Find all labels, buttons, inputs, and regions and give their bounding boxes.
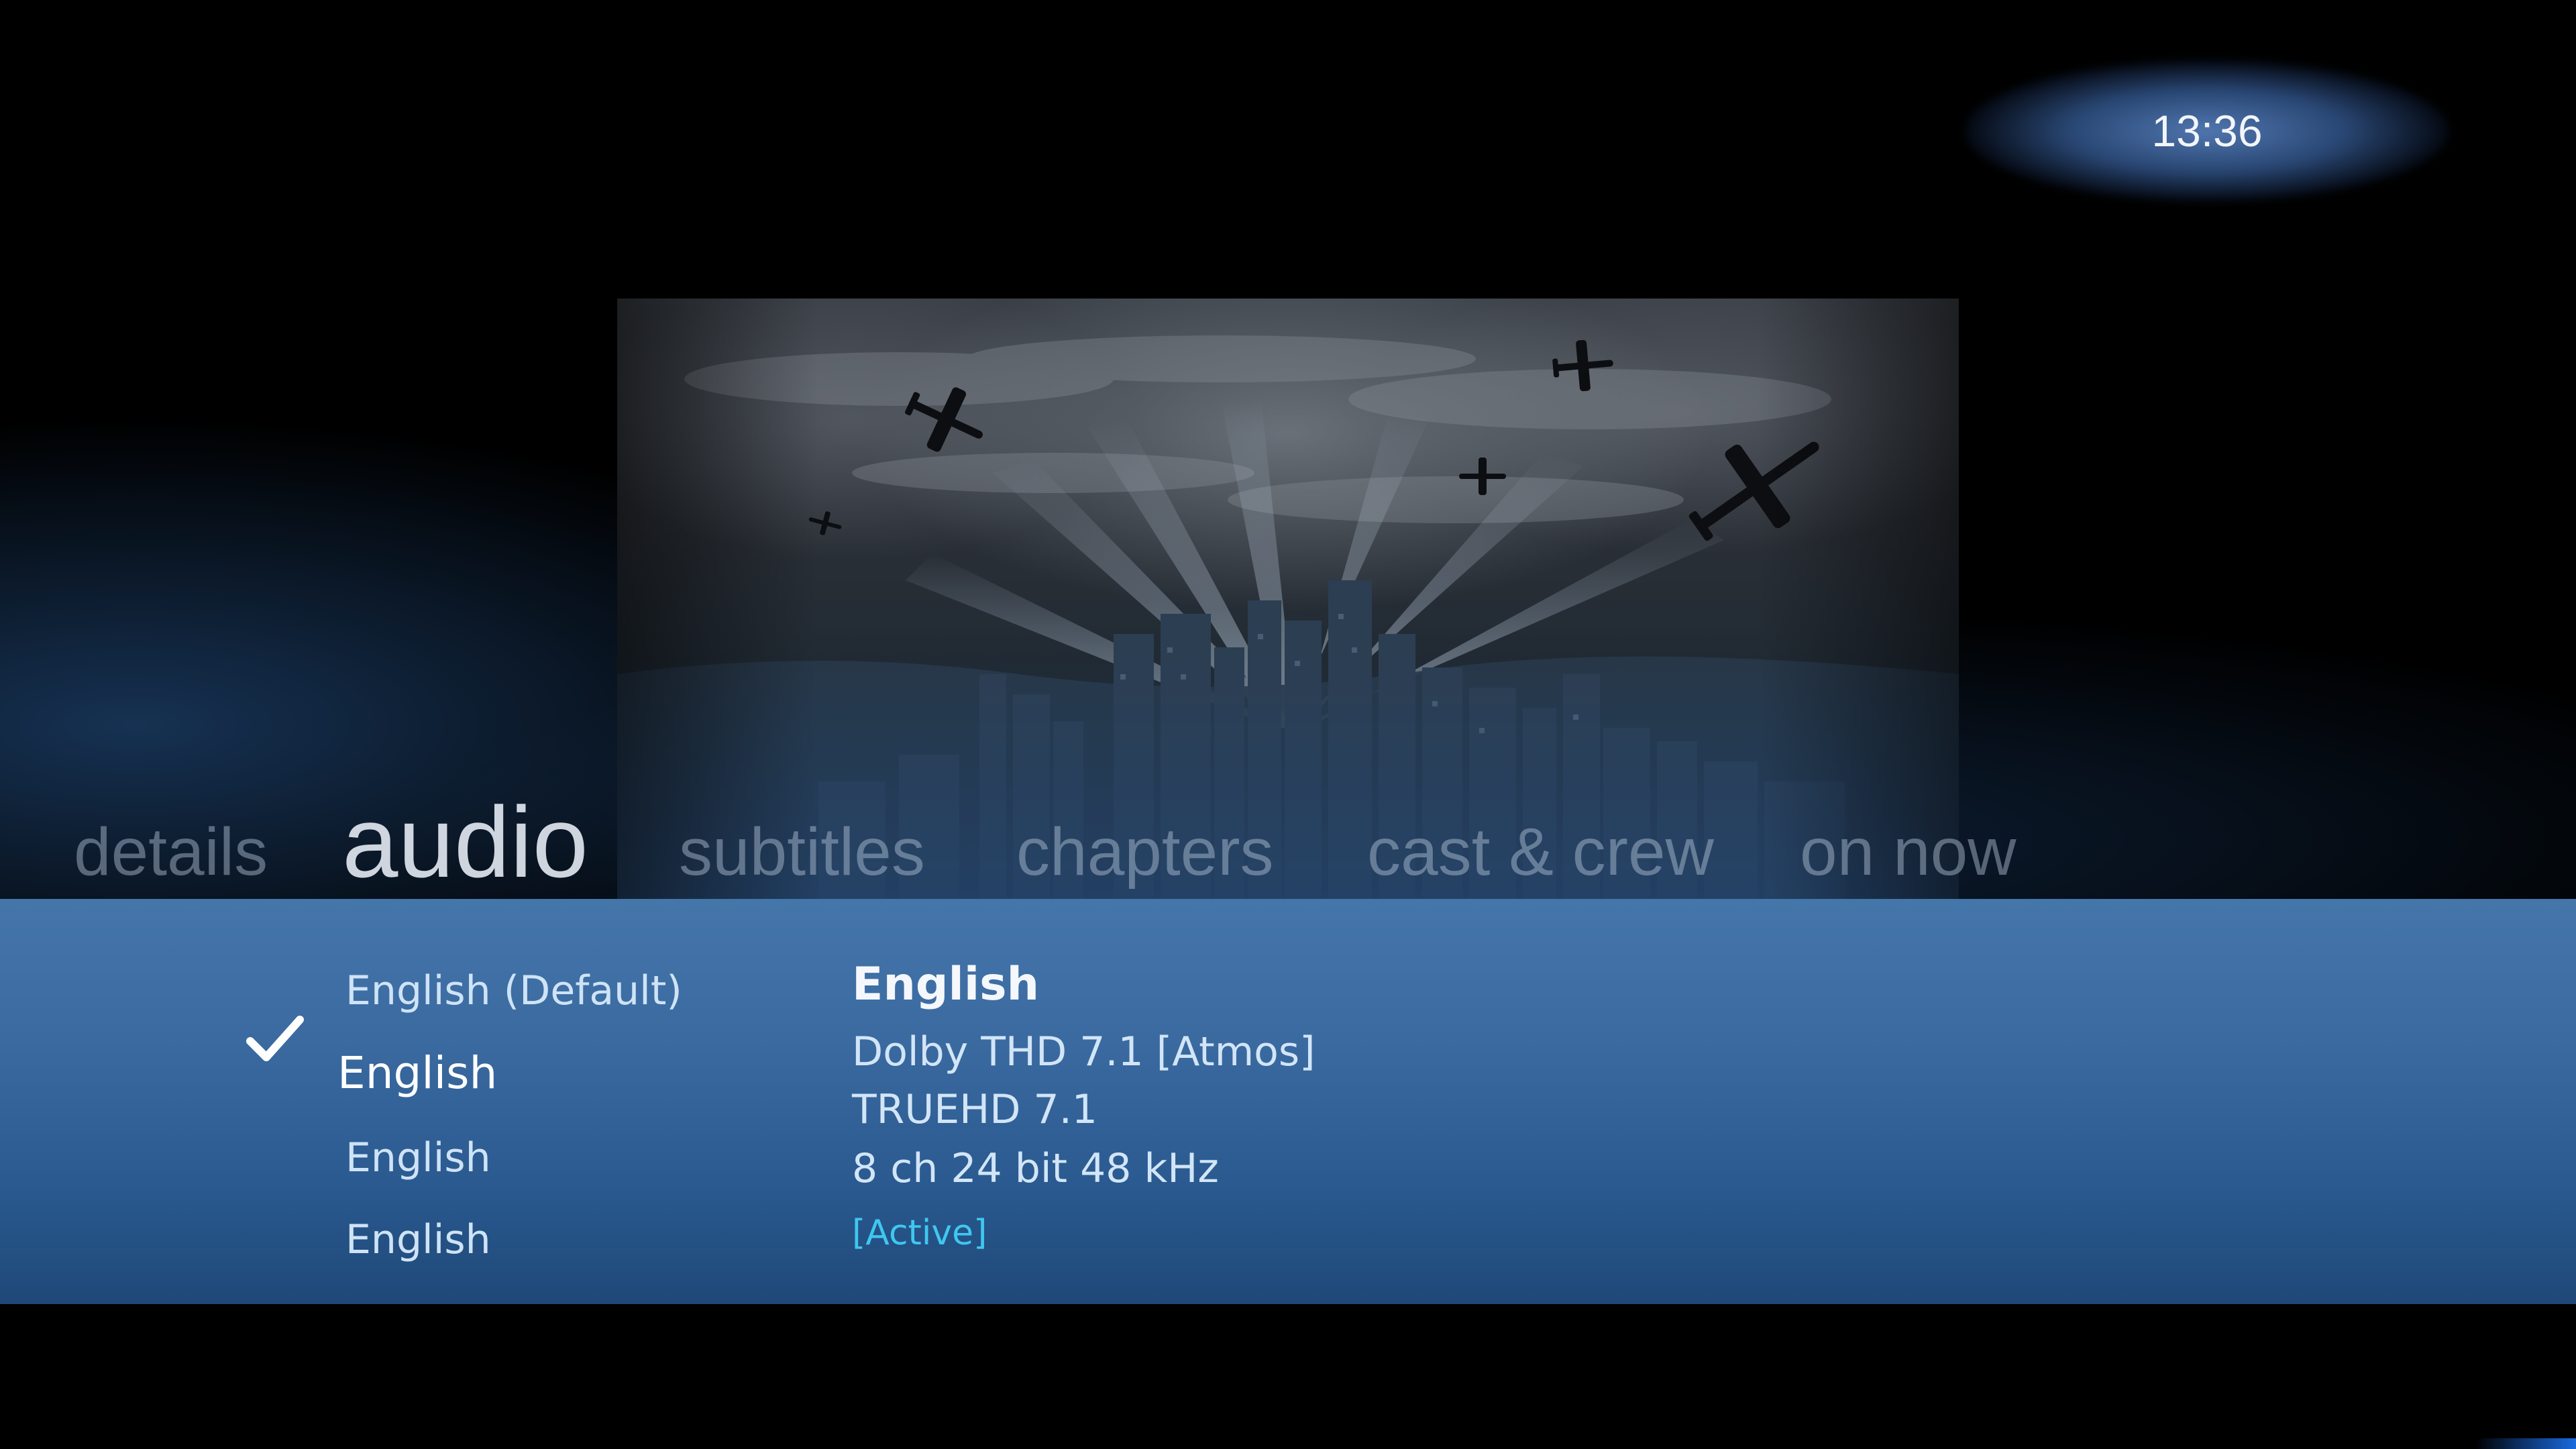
checkmark-icon xyxy=(246,1016,304,1061)
audio-track-list: English (Default) English English Englis… xyxy=(0,899,805,1304)
audio-track-details: English Dolby THD 7.1 [Atmos] TRUEHD 7.1… xyxy=(852,899,1925,1304)
tab-cast-and-crew[interactable]: cast & crew xyxy=(1367,805,1714,899)
audio-track-item[interactable]: English xyxy=(345,1131,491,1185)
track-detail-title: English xyxy=(852,958,1040,1011)
track-detail-codec: Dolby THD 7.1 [Atmos] xyxy=(852,1028,1316,1075)
track-detail-format: TRUEHD 7.1 xyxy=(852,1086,1097,1133)
tab-audio[interactable]: audio xyxy=(342,785,588,899)
tab-details[interactable]: details xyxy=(74,805,268,899)
tab-chapters[interactable]: chapters xyxy=(1016,805,1274,899)
audio-track-item-selected[interactable]: English xyxy=(337,1046,497,1100)
media-details-screen: 13:36 details audio subtitles chapters c… xyxy=(0,0,2576,1449)
track-status-badge: [Active] xyxy=(852,1213,987,1253)
audio-track-item[interactable]: English (Default) xyxy=(345,964,682,1018)
tab-subtitles[interactable]: subtitles xyxy=(679,805,925,899)
corner-accent xyxy=(2475,1438,2576,1449)
track-detail-specs: 8 ch 24 bit 48 kHz xyxy=(852,1145,1219,1192)
clock: 13:36 xyxy=(2151,106,2263,156)
audio-panel: English (Default) English English Englis… xyxy=(0,899,2576,1304)
tab-bar: details audio subtitles chapters cast & … xyxy=(0,771,2576,899)
tab-on-now[interactable]: on now xyxy=(1800,805,2016,899)
audio-track-item[interactable]: English xyxy=(345,1213,491,1267)
